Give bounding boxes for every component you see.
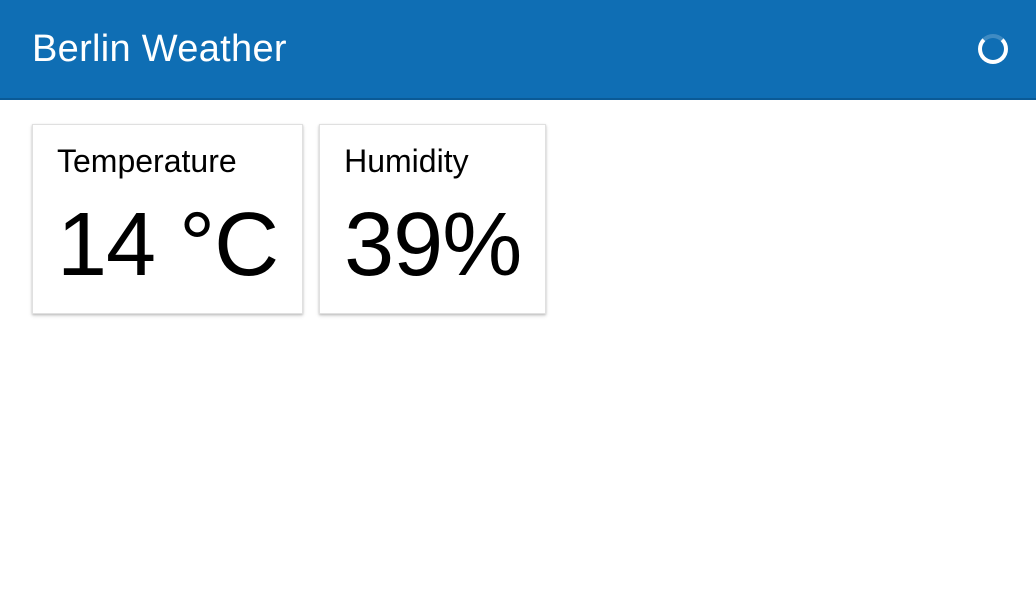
humidity-value: 39%	[344, 198, 521, 293]
temperature-label: Temperature	[57, 143, 278, 180]
temperature-card: Temperature 14 °C	[32, 124, 303, 314]
content-area: Temperature 14 °C Humidity 39%	[0, 100, 1036, 338]
humidity-label: Humidity	[344, 143, 521, 180]
loading-spinner-icon	[978, 34, 1008, 64]
app-header: Berlin Weather	[0, 0, 1036, 100]
humidity-card: Humidity 39%	[319, 124, 546, 314]
temperature-value: 14 °C	[57, 198, 278, 293]
page-title: Berlin Weather	[32, 28, 287, 71]
